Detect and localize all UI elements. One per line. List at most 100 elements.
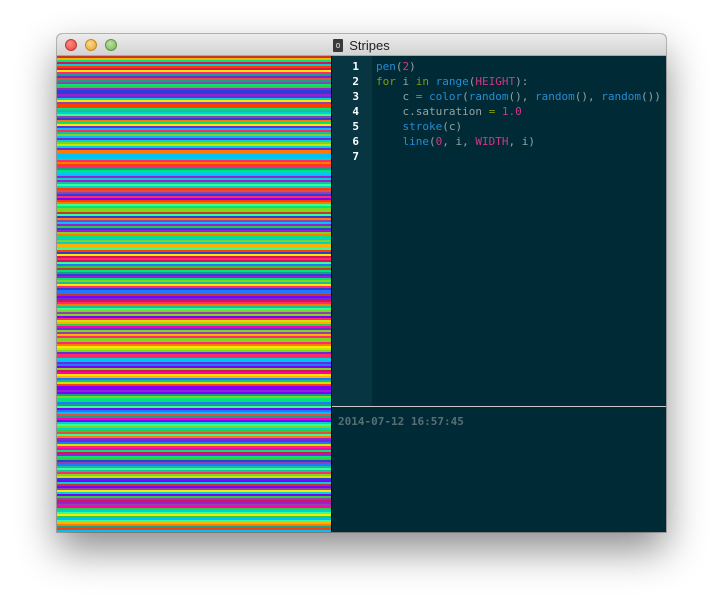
stripe-line [57,272,332,274]
stripe-line [57,398,332,400]
stripe-line [57,400,332,402]
stripe-line [57,108,332,110]
stripe-line [57,356,332,358]
stripe-line [57,424,332,426]
stripe-line [57,160,332,162]
stripe-line [57,96,332,98]
stripe-line [57,354,332,356]
stripe-line [57,310,332,312]
stripe-line [57,360,332,362]
stripe-line [57,94,332,96]
stripe-line [57,496,332,498]
stripe-line [57,488,332,490]
stripe-line [57,314,332,316]
stripe-line [57,366,332,368]
stripe-line [57,290,332,292]
stripe-line [57,212,332,214]
stripe-line [57,172,332,174]
stripe-line [57,74,332,76]
code-token: for [376,75,396,88]
stripe-line [57,110,332,112]
stripe-line [57,100,332,102]
stripe-line [57,364,332,366]
stripe-line [57,106,332,108]
code-editor[interactable]: 1 pen(2) 2 for i in range(HEIGHT): 3 c = col… [332,56,666,406]
stripe-line [57,478,332,480]
code-token: (c) [442,120,463,133]
stripe-line [57,150,332,152]
stripe-line [57,322,332,324]
code-line[interactable]: 5 stroke(c) [332,119,666,134]
title-bar[interactable]: Stripes [57,34,666,56]
stripe-line [57,148,332,150]
stripe-line [57,254,332,256]
code-line[interactable]: 1 pen(2) [332,59,666,74]
stripe-line [57,242,332,244]
stripe-line [57,504,332,506]
stripe-line [57,340,332,342]
stripe-line [57,440,332,442]
line-number: 2 [352,75,359,88]
stripe-line [57,454,332,456]
stripe-line [57,136,332,138]
stripe-line [57,390,332,392]
stripe-line [57,64,332,66]
stripe-line [57,312,332,314]
stripe-line [57,490,332,492]
stripe-line [57,474,332,476]
stripe-line [57,168,332,170]
stripe-line [57,422,332,424]
stripe-line [57,246,332,248]
code-line[interactable]: 6 line(0, i, WIDTH, i) [332,134,666,149]
stripe-line [57,220,332,222]
stripe-line [57,232,332,234]
title-area: Stripes [57,34,666,56]
stripe-line [57,396,332,398]
stripe-line [57,500,332,502]
stripe-line [57,434,332,436]
code-text: stroke(c) [376,119,463,134]
stripe-line [57,516,332,518]
stripe-line [57,300,332,302]
code-line[interactable]: 2 for i in range(HEIGHT): [332,74,666,89]
stripe-line [57,98,332,100]
stripe-line [57,326,332,328]
stripe-line [57,180,332,182]
stripe-line [57,130,332,132]
code-text: for i in range(HEIGHT): [376,74,528,89]
stripe-line [57,476,332,478]
stripe-line [57,210,332,212]
stripe-line [57,386,332,388]
output-canvas[interactable] [57,56,332,532]
stripe-line [57,162,332,164]
stripe-line [57,426,332,428]
stripe-line [57,520,332,522]
stripe-line [57,462,332,464]
stripe-line [57,256,332,258]
stripe-line [57,444,332,446]
code-token: WIDTH [475,135,509,148]
stripe-line [57,84,332,86]
stripe-line [57,142,332,144]
stripe-line [57,498,332,500]
console-timestamp: 2014-07-12 16:57:45 [338,415,464,428]
code-line[interactable]: 7 [332,149,666,164]
code-token: pen [376,60,396,73]
stripe-line [57,530,332,532]
stripe-line [57,512,332,514]
stripe-line [57,514,332,516]
stripe-line [57,522,332,524]
stripe-line [57,460,332,462]
code-line[interactable]: 3 c = color(random(), random(), random()… [332,89,666,104]
stripe-line [57,88,332,90]
stripe-line [57,152,332,154]
stripe-line [57,268,332,270]
stripe-line [57,392,332,394]
stripe-line [57,294,332,296]
stripe-line [57,112,332,114]
stripe-line [57,502,332,504]
stripe-line [57,276,332,278]
code-line[interactable]: 4 c.saturation = 1.0 [332,104,666,119]
